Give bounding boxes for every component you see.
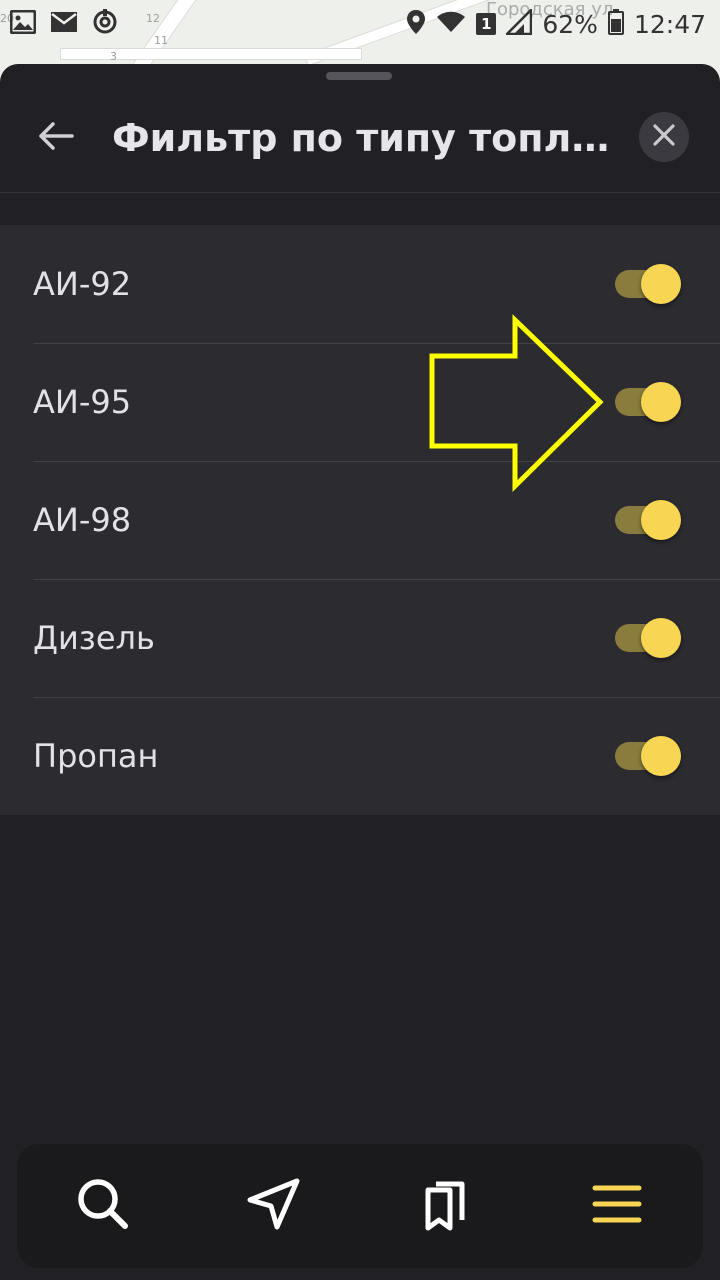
page-title: Фильтр по типу топли...: [112, 116, 612, 160]
close-button[interactable]: [639, 112, 689, 162]
menu-button[interactable]: [567, 1156, 667, 1256]
fuel-item-ai-92[interactable]: АИ-92: [0, 225, 720, 343]
toggle-knob: [641, 736, 681, 776]
signal-icon: [504, 6, 533, 39]
toggle-knob: [641, 500, 681, 540]
sim-slot-badge: 1: [476, 13, 497, 35]
status-bar: 1 62% 12:47: [0, 0, 720, 48]
close-icon: [653, 124, 675, 150]
toggle-knob: [641, 264, 681, 304]
navigate-icon: [246, 1176, 302, 1236]
diesel-toggle[interactable]: [615, 618, 681, 658]
map-road: [60, 48, 362, 60]
header-divider: [0, 192, 720, 193]
fuel-item-diesel[interactable]: Дизель: [0, 579, 720, 697]
location-icon: [406, 9, 426, 39]
fuel-item-label: АИ-92: [33, 265, 132, 303]
fuel-item-ai-95[interactable]: АИ-95: [0, 343, 720, 461]
battery-percent: 62%: [542, 9, 598, 39]
search-button[interactable]: [53, 1156, 153, 1256]
menu-icon: [589, 1176, 645, 1236]
wifi-icon: [436, 10, 466, 38]
fuel-type-list: АИ-92 АИ-95 АИ-98 Дизель Пропан: [0, 225, 720, 815]
navigate-button[interactable]: [224, 1156, 324, 1256]
ai-95-toggle[interactable]: [615, 382, 681, 422]
sync-icon: [92, 9, 118, 39]
arrow-left-icon: [38, 121, 74, 155]
status-time: 12:47: [633, 9, 706, 39]
fuel-item-label: АИ-98: [33, 501, 132, 539]
mail-icon: [50, 11, 78, 37]
fuel-item-label: Дизель: [33, 619, 155, 657]
search-icon: [75, 1176, 131, 1236]
fuel-item-label: АИ-95: [33, 383, 132, 421]
sheet-header: Фильтр по типу топли...: [0, 90, 720, 192]
map-label: 3: [110, 50, 117, 63]
sheet-grabber[interactable]: [326, 72, 392, 80]
bookmarks-icon: [418, 1176, 474, 1236]
propane-toggle[interactable]: [615, 736, 681, 776]
ai-92-toggle[interactable]: [615, 264, 681, 304]
filter-sheet: Фильтр по типу топли... АИ-92 АИ-95 АИ-9…: [0, 64, 720, 1280]
fuel-item-ai-98[interactable]: АИ-98: [0, 461, 720, 579]
ai-98-toggle[interactable]: [615, 500, 681, 540]
bookmarks-button[interactable]: [396, 1156, 496, 1256]
battery-icon: [607, 9, 624, 39]
toggle-knob: [641, 382, 681, 422]
fuel-item-label: Пропан: [33, 737, 159, 775]
fuel-item-propane[interactable]: Пропан: [0, 697, 720, 815]
gallery-icon: [9, 9, 37, 38]
toggle-knob: [641, 618, 681, 658]
back-button[interactable]: [30, 112, 82, 164]
bottom-navigation: [17, 1144, 703, 1268]
